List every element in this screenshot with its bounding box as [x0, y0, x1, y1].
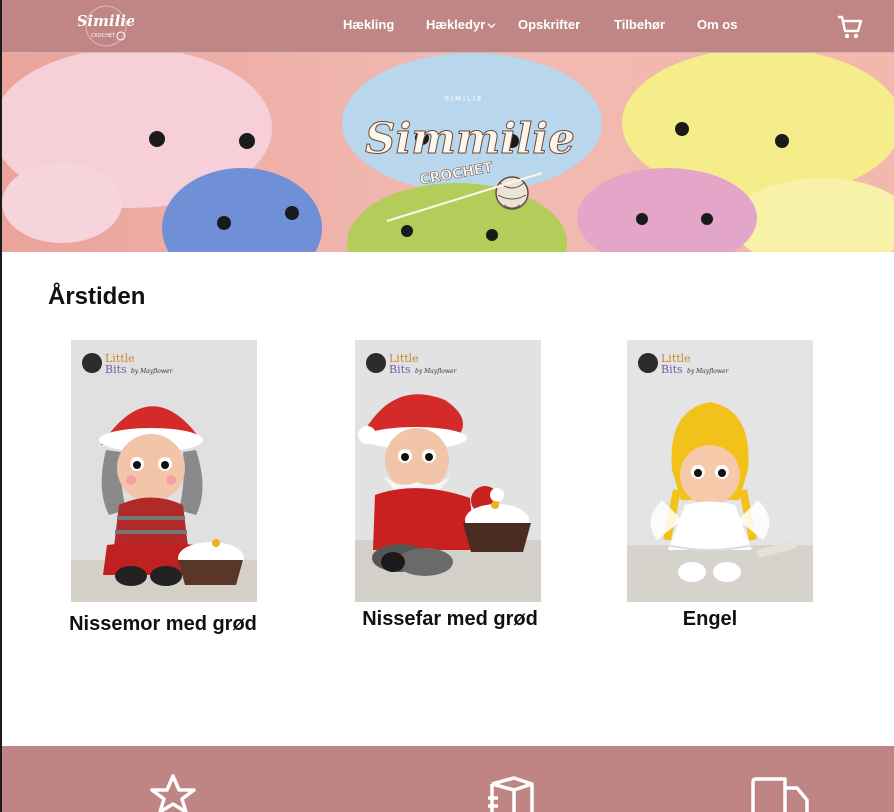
nav-logo-text: Similie — [78, 12, 134, 30]
nav-link-tilbehoer[interactable]: Tilbehør — [614, 17, 665, 32]
product-title-nissemor[interactable]: Nissemor med grød — [33, 613, 293, 636]
nav-logo[interactable]: Similie CROCHET — [76, 3, 136, 49]
truck-icon — [751, 777, 809, 812]
product-image-nissefar[interactable]: Little Bits by Mayflower — [355, 340, 541, 602]
brand-label-by: by Mayflower — [687, 368, 730, 375]
hero-logo-text: Simmilie — [365, 114, 575, 163]
brand-label-line2: Bits — [105, 363, 127, 376]
brand-label-line2: Bits — [661, 363, 683, 376]
hero-logo-top: SIMILIE — [445, 95, 484, 103]
brand-label-line2: Bits — [389, 363, 411, 376]
nav-link-haekledyr[interactable]: Hækledyr — [426, 17, 496, 32]
product-image-engel[interactable]: Little Bits by Mayflower — [627, 340, 813, 602]
star-icon — [150, 774, 196, 812]
nav-link-haekledyr-label: Hækledyr — [426, 17, 486, 32]
product-image-nissemor[interactable]: Little Bits by Mayflower — [71, 340, 257, 602]
nav-logo-subtext: CROCHET — [91, 33, 116, 39]
nav-link-om-os[interactable]: Om os — [697, 17, 737, 32]
nav-link-opskrifter[interactable]: Opskrifter — [518, 17, 580, 32]
hero-image: SIMILIE Simmilie CROCHET — [2, 53, 894, 252]
nav-link-haekling[interactable]: Hækling — [343, 17, 394, 32]
product-title-nissefar[interactable]: Nissefar med grød — [320, 608, 580, 631]
brand-label-by: by Mayflower — [131, 368, 174, 375]
cart-icon — [838, 15, 863, 39]
section-title: Årstiden — [48, 283, 146, 310]
product-title-engel[interactable]: Engel — [580, 608, 840, 631]
brand-label-by: by Mayflower — [415, 368, 458, 375]
hero-banner: SIMILIE Simmilie CROCHET — [2, 53, 894, 252]
cart-button[interactable] — [836, 13, 864, 41]
chevron-down-icon — [487, 23, 496, 29]
box-icon — [488, 776, 534, 812]
footer — [2, 746, 894, 812]
navbar: Similie CROCHET Hækling Hækledyr Opskrif… — [2, 0, 894, 53]
